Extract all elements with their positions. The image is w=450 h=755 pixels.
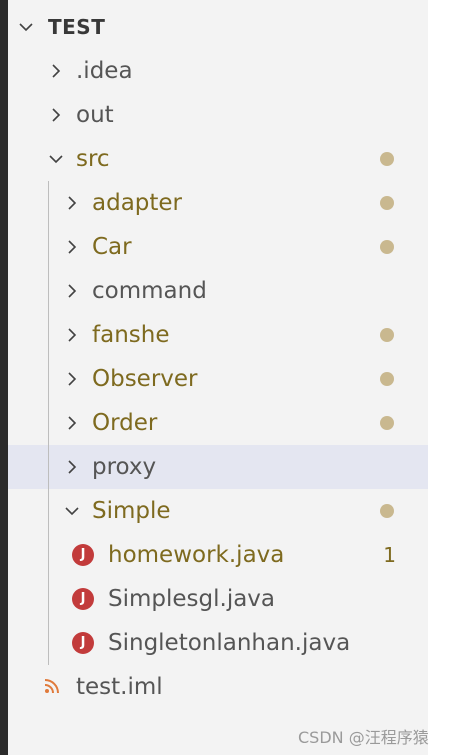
indent-guide-src [48, 181, 49, 665]
folder-row-fanshe[interactable]: fanshe [8, 313, 428, 357]
tree-item-label: fanshe [92, 322, 170, 348]
file-row-test-iml[interactable]: test.iml [8, 665, 428, 709]
chevron-right-icon [64, 371, 80, 387]
chevron-right-icon [64, 239, 80, 255]
tree-item-label: command [92, 278, 207, 304]
tree-item-label: test.iml [76, 674, 163, 700]
file-row-singletonlanhan-java[interactable]: J Singletonlanhan.java [8, 621, 428, 665]
rss-icon [44, 678, 60, 694]
tree-item-label: Simple [92, 498, 171, 524]
explorer-root[interactable]: TEST [8, 5, 428, 49]
explorer-root-label: TEST [48, 15, 106, 39]
file-explorer: TEST .idea out src adapter Car command fanshe O… [8, 0, 428, 755]
tree-item-label: Observer [92, 366, 198, 392]
chevron-down-icon [18, 19, 34, 35]
modified-dot-icon [380, 372, 394, 386]
chevron-right-icon [64, 327, 80, 343]
java-file-icon: J [72, 588, 94, 610]
tree-item-label: proxy [92, 454, 157, 480]
tree-item-label: Singletonlanhan.java [108, 630, 351, 656]
file-row-homework-java[interactable]: Jhomework.java 1 [8, 533, 428, 577]
folder-row-order[interactable]: Order [8, 401, 428, 445]
folder-row-adapter[interactable]: adapter [8, 181, 428, 225]
chevron-right-icon [48, 107, 64, 123]
folder-row-proxy[interactable]: proxy [8, 445, 428, 489]
tree-item-label: Order [92, 410, 158, 436]
modified-dot-icon [380, 196, 394, 210]
modified-dot-icon [380, 152, 394, 166]
chevron-right-icon [64, 459, 80, 475]
folder-row-src[interactable]: src [8, 137, 428, 181]
chevron-right-icon [64, 195, 80, 211]
problem-count-badge: 1 [383, 543, 396, 567]
tree-item-label: .idea [76, 58, 133, 84]
modified-dot-icon [380, 416, 394, 430]
folder-row-idea[interactable]: .idea [8, 49, 428, 93]
java-file-icon: J [72, 544, 94, 566]
chevron-down-icon [48, 151, 64, 167]
tree-item-label: homework.java [108, 542, 285, 568]
watermark: CSDN @汪程序猿 [298, 728, 429, 747]
folder-row-car[interactable]: Car [8, 225, 428, 269]
file-row-simplesgl-java[interactable]: J Simplesgl.java [8, 577, 428, 621]
modified-dot-icon [380, 504, 394, 518]
chevron-down-icon [64, 503, 80, 519]
chevron-right-icon [64, 283, 80, 299]
tree-item-label: Simplesgl.java [108, 586, 276, 612]
folder-row-simple[interactable]: Simple [8, 489, 428, 533]
folder-row-command[interactable]: command [8, 269, 428, 313]
tree-item-label: Car [92, 234, 132, 260]
modified-dot-icon [380, 240, 394, 254]
chevron-right-icon [64, 415, 80, 431]
folder-row-out[interactable]: out [8, 93, 428, 137]
java-file-icon: J [72, 632, 94, 654]
window-edge [0, 0, 8, 755]
folder-row-observer[interactable]: Observer [8, 357, 428, 401]
tree-item-label: adapter [92, 190, 183, 216]
modified-dot-icon [380, 328, 394, 342]
chevron-right-icon [48, 63, 64, 79]
tree-item-label: out [76, 102, 114, 128]
tree-item-label: src [76, 146, 110, 172]
